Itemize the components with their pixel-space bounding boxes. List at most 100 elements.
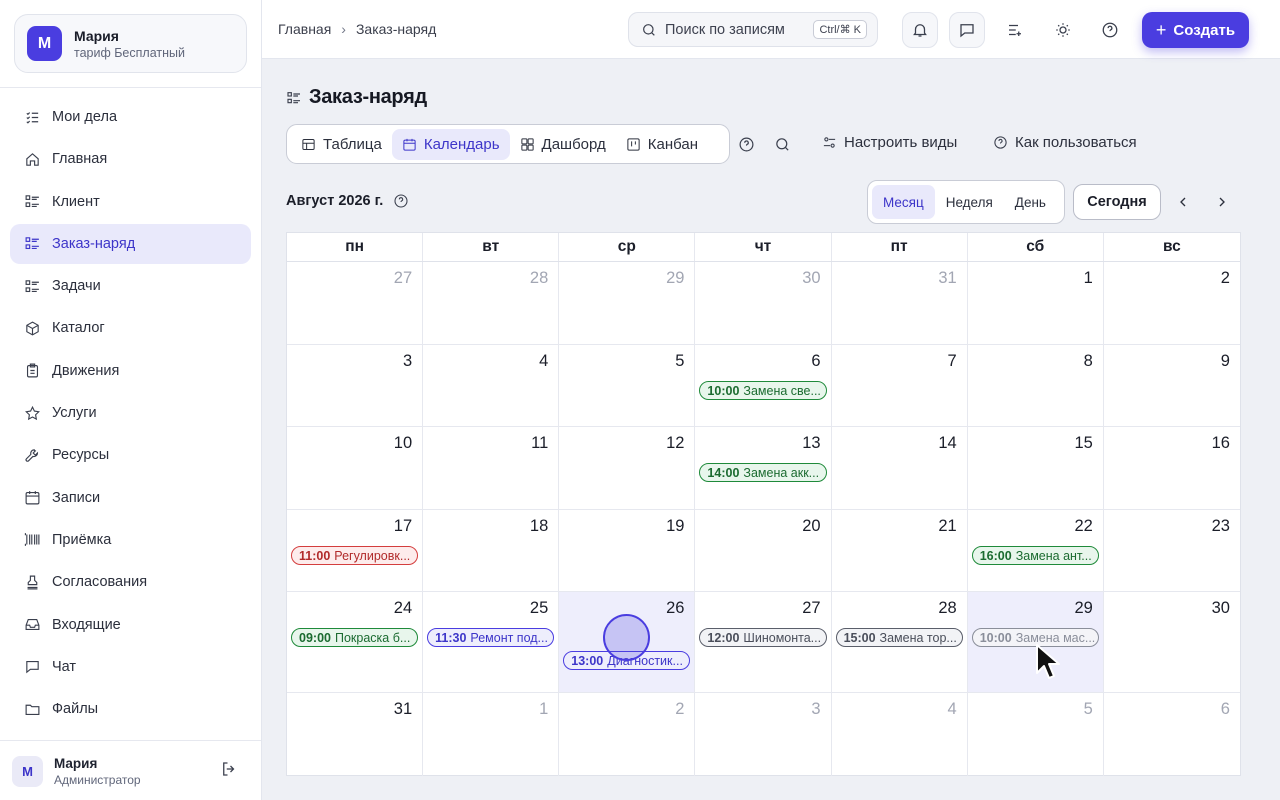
calendar-day-cell[interactable]: 4 (832, 693, 968, 776)
calendar-event[interactable]: 14:00 Замена акк... (699, 463, 827, 482)
sidebar-item-4[interactable]: Заказ-наряд (10, 223, 251, 264)
calendar-event[interactable]: 16:00 Замена ант... (971, 546, 1099, 565)
views-help-button[interactable] (735, 133, 757, 155)
calendar-day-cell[interactable]: 3 (287, 345, 424, 427)
event-time: 10:00 (707, 383, 740, 398)
tasks-list-button[interactable] (997, 12, 1033, 48)
view-tab-1[interactable]: Таблица (291, 129, 392, 160)
sidebar-item-10[interactable]: Записи (10, 478, 251, 518)
calendar-day-cell[interactable]: 25 11:30 Ремонт под... (423, 592, 560, 693)
calendar-day-cell[interactable]: 28 (423, 262, 560, 345)
calendar-day-cell[interactable]: 17 11:00 Регулировк... (287, 510, 424, 592)
calendar-day-cell[interactable]: 5 (968, 693, 1104, 776)
user-profile[interactable]: М Мария Администратор (12, 752, 250, 790)
calendar-day-cell[interactable]: 31 (287, 693, 424, 776)
help-button[interactable] (1092, 12, 1128, 48)
sidebar-item-1[interactable]: Мои дела (10, 97, 251, 137)
calendar-day-cell[interactable]: 19 (559, 510, 696, 592)
calendar-day-cell[interactable]: 30 (1103, 592, 1240, 693)
configure-views-button[interactable]: Настроить виды (822, 134, 957, 151)
view-tab-2[interactable]: Календарь (391, 128, 510, 160)
calendar-day-cell[interactable]: 6 10:00 Замена све... (695, 345, 832, 427)
calendar-event[interactable]: 09:00 Покраска б... (291, 628, 419, 647)
calendar-day-cell[interactable]: 2 (1103, 262, 1240, 345)
calendar-day-cell[interactable]: 12 (559, 427, 696, 510)
calendar-day-cell[interactable]: 23 (1103, 510, 1240, 592)
sidebar-item-11[interactable]: Приёмка (10, 520, 251, 560)
calendar-day-cell[interactable]: 27 (287, 262, 424, 345)
calendar-day-cell[interactable]: 28 15:00 Замена тор... (831, 592, 968, 693)
calendar-day-cell[interactable]: 24 09:00 Покраска б... (287, 592, 424, 693)
calendar-event[interactable]: 11:00 Регулировк... (291, 546, 419, 565)
calendar-day-cell[interactable]: 29 10:00 Замена мас... (967, 592, 1104, 693)
calendar-day-cell[interactable]: 6 (1104, 693, 1240, 776)
notifications-button[interactable] (902, 12, 938, 48)
sidebar-item-6[interactable]: Каталог (10, 308, 251, 348)
calendar-event[interactable]: 10:00 Замена мас... (971, 628, 1099, 647)
view-tab-4[interactable]: Канбан (616, 129, 708, 160)
calendar-day-cell[interactable]: 21 (831, 510, 968, 592)
calendar-day-cell[interactable]: 3 (695, 693, 832, 776)
calendar-day-cell[interactable]: 13 14:00 Замена акк... (695, 427, 832, 510)
calendar-day-cell[interactable]: 30 (695, 262, 832, 345)
calendar-day-cell[interactable]: 15 (967, 427, 1104, 510)
sidebar-item-13[interactable]: Входящие (10, 605, 251, 645)
breadcrumb-home[interactable]: Главная (278, 21, 331, 37)
calendar-day-cell[interactable]: 16 (1103, 427, 1240, 510)
calendar-day-cell[interactable]: 2 (559, 693, 696, 776)
calendar-grid: 27 28 29 30 31 1 2 3 4 5 6 10:00 Замена све... 7 8 9 10 1… (287, 262, 1240, 776)
sidebar-item-7[interactable]: Движения (10, 351, 251, 391)
calendar-day-cell[interactable]: 22 16:00 Замена ант... (967, 510, 1104, 592)
sidebar-item-5[interactable]: Задачи (10, 266, 251, 306)
theme-toggle-button[interactable] (1045, 12, 1081, 48)
day-number: 17 (393, 517, 413, 535)
workspace-switcher[interactable]: М Мария тариф Бесплатный (14, 14, 247, 73)
event-title: Шиномонта... (743, 630, 822, 645)
calendar-day-cell[interactable]: 5 (559, 345, 696, 427)
sidebar-item-9[interactable]: Ресурсы (10, 435, 251, 475)
calendar-day-cell[interactable]: 8 (967, 345, 1104, 427)
sidebar-item-12[interactable]: Согласования (10, 562, 251, 602)
calendar-day-cell[interactable]: 9 (1103, 345, 1240, 427)
calendar-day-cell[interactable]: 20 (695, 510, 832, 592)
calendar-event[interactable]: 11:30 Ремонт под... (427, 628, 555, 647)
topbar: Главная › Заказ-наряд Поиск по записям C… (262, 0, 1280, 59)
calendar-mode-2[interactable]: Неделя (935, 185, 1004, 219)
calendar-day-cell[interactable]: 7 (831, 345, 968, 427)
how-to-use-button[interactable]: Как пользоваться (993, 134, 1137, 151)
view-tab-3[interactable]: Дашборд (510, 129, 616, 160)
today-button[interactable]: Сегодня (1073, 184, 1161, 220)
calendar-day-cell[interactable]: 1 (423, 693, 560, 776)
calendar-event[interactable]: 15:00 Замена тор... (835, 628, 963, 647)
calendar-mode-1[interactable]: Месяц (872, 185, 935, 219)
calendar-day-cell[interactable]: 1 (967, 262, 1104, 345)
sidebar-item-8[interactable]: Услуги (10, 393, 251, 433)
calendar-day-cell[interactable]: 27 12:00 Шиномонта... (695, 592, 832, 693)
sidebar-item-14[interactable]: Чат (10, 647, 251, 687)
messages-button[interactable] (949, 12, 985, 48)
calendar-event[interactable]: 13:00 Диагностик... (563, 651, 691, 670)
views-search-button[interactable] (771, 133, 793, 155)
search-input[interactable]: Поиск по записям Ctrl/⌘ K (628, 12, 878, 47)
calendar-day-cell[interactable]: 31 (831, 262, 968, 345)
create-button[interactable]: + Создать (1142, 12, 1249, 48)
calendar-day-cell[interactable]: 10 (287, 427, 424, 510)
calendar-event[interactable]: 12:00 Шиномонта... (699, 628, 827, 647)
help-icon[interactable] (393, 193, 409, 209)
sidebar-item-2[interactable]: Главная (10, 139, 251, 179)
calendar-day-cell[interactable]: 14 (831, 427, 968, 510)
prev-month-button[interactable] (1171, 190, 1195, 214)
calendar-day-cell[interactable]: 11 (423, 427, 560, 510)
home-icon (22, 149, 42, 169)
sidebar-item-3[interactable]: Клиент (10, 182, 251, 222)
calendar-mode-3[interactable]: День (1004, 185, 1057, 219)
next-month-button[interactable] (1210, 190, 1234, 214)
calendar-day-cell[interactable]: 4 (423, 345, 560, 427)
sidebar-item-15[interactable]: Файлы (10, 689, 251, 729)
calendar-day-cell[interactable]: 26 13:00 Диагностик... (559, 592, 696, 693)
calendar-day-cell[interactable]: 18 (423, 510, 560, 592)
calendar-event[interactable]: 10:00 Замена све... (699, 381, 827, 400)
logout-icon[interactable] (220, 760, 242, 782)
weekday-label: чт (695, 233, 832, 261)
calendar-day-cell[interactable]: 29 (559, 262, 696, 345)
